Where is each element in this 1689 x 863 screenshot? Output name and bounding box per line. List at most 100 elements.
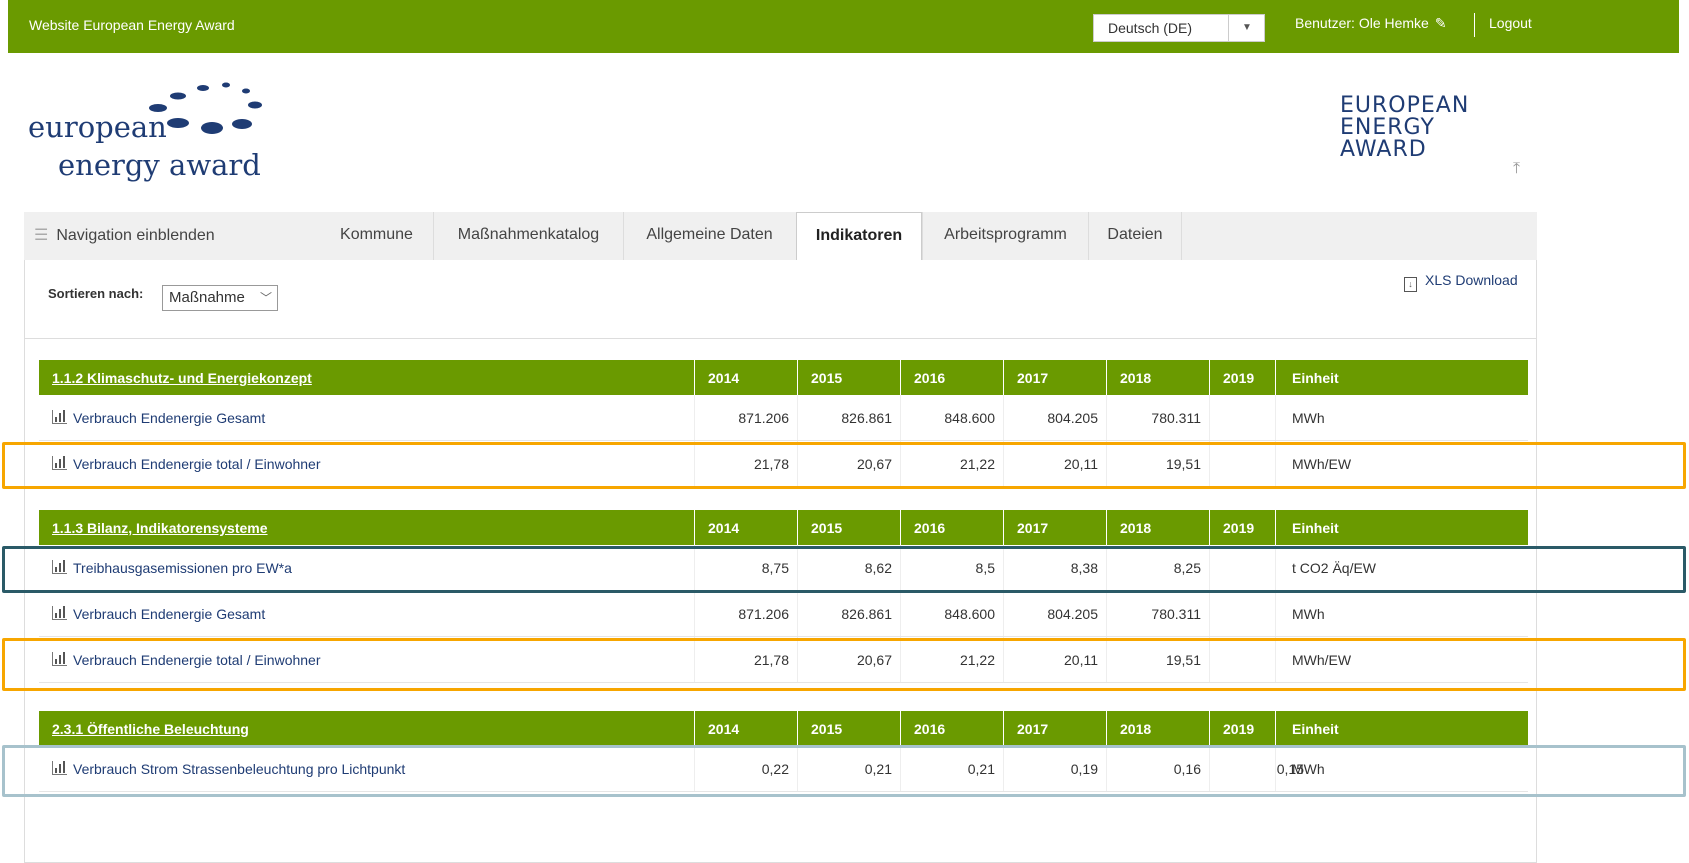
eea-logo-right: EUROPEAN ENERGY AWARD — [1340, 95, 1470, 185]
language-select[interactable]: Deutsch (DE) ▼ — [1093, 14, 1265, 42]
language-divider — [1228, 15, 1229, 41]
scroll-top-icon[interactable]: ⤒ — [1513, 160, 1520, 178]
indicator-link[interactable]: Verbrauch Endenergie Gesamt — [52, 410, 265, 426]
year-header: 2016 — [914, 370, 946, 386]
column-divider — [797, 591, 798, 636]
tab-kommune[interactable]: Kommune — [320, 212, 433, 261]
column-divider — [797, 510, 798, 545]
logo-dots-icon — [149, 82, 262, 134]
eea-logo-left[interactable]: european energy award — [28, 78, 328, 188]
year-header: 2017 — [1017, 721, 1049, 737]
highlight-box-light — [2, 745, 1686, 797]
topbar-divider — [1474, 13, 1475, 37]
value-cell: 804.205 — [1047, 410, 1098, 426]
column-divider — [694, 711, 695, 746]
column-divider — [1003, 711, 1004, 746]
column-divider — [1003, 395, 1004, 440]
column-divider — [900, 711, 901, 746]
column-divider — [900, 510, 901, 545]
section-title-link[interactable]: 1.1.3 Bilanz, Indikatorensysteme — [52, 520, 268, 536]
column-divider — [797, 360, 798, 395]
year-header: 2019 — [1223, 721, 1255, 737]
year-header: 2018 — [1120, 721, 1152, 737]
tab-allgemeine-daten[interactable]: Allgemeine Daten — [623, 212, 795, 261]
year-header: 2018 — [1120, 520, 1152, 536]
chevron-down-icon: ﹀ — [259, 291, 272, 305]
logo-right-line2: ENERGY — [1340, 115, 1435, 140]
bar-chart-icon — [52, 410, 67, 424]
indicator-link[interactable]: Verbrauch Endenergie Gesamt — [52, 606, 265, 622]
year-header: 2015 — [811, 721, 843, 737]
logo-text-energy-award: energy award — [58, 148, 261, 182]
toolbar-divider — [25, 338, 1536, 339]
xls-download-link[interactable]: ↓ XLS Download — [1404, 272, 1518, 292]
unit-header: Einheit — [1292, 721, 1339, 737]
section-header: 1.1.2 Klimaschutz- und Energiekonzept 201… — [39, 360, 1528, 395]
column-divider — [1275, 510, 1276, 545]
column-divider — [1275, 360, 1276, 395]
column-divider — [1209, 711, 1210, 746]
year-header: 2019 — [1223, 520, 1255, 536]
value-cell: 826.861 — [841, 410, 892, 426]
logo-text-european: european — [28, 110, 167, 144]
chevron-down-icon[interactable]: ▼ — [1230, 15, 1264, 41]
tab-arbeitsprogramm[interactable]: Arbeitsprogramm — [922, 212, 1088, 261]
column-divider — [1106, 510, 1107, 545]
navigation-toggle[interactable]: ☰ Navigation einblenden — [34, 225, 215, 245]
highlight-box-orange — [2, 442, 1686, 489]
highlight-box-orange — [2, 638, 1686, 691]
column-divider — [694, 591, 695, 636]
xls-download-label: XLS Download — [1425, 272, 1518, 288]
tab-bar: ☰ Navigation einblenden Kommune Maßnahmen… — [24, 212, 1537, 264]
unit-cell: MWh — [1292, 606, 1325, 622]
section-title-link[interactable]: 1.1.2 Klimaschutz- und Energiekonzept — [52, 370, 312, 386]
column-divider — [694, 395, 695, 440]
top-bar: Website European Energy Award Deutsch (D… — [8, 0, 1679, 53]
column-divider — [900, 591, 901, 636]
language-value: Deutsch (DE) — [1108, 20, 1193, 36]
column-divider — [1275, 591, 1276, 636]
column-divider — [1275, 395, 1276, 440]
value-cell: 780.311 — [1151, 606, 1201, 622]
value-cell: 848.600 — [944, 410, 995, 426]
column-divider — [1275, 711, 1276, 746]
column-divider — [1003, 360, 1004, 395]
sort-select[interactable]: Maßnahme ﹀ — [162, 285, 278, 311]
pencil-icon[interactable]: ✎ — [1435, 15, 1447, 32]
tab-massnahmenkatalog[interactable]: Maßnahmenkatalog — [433, 212, 623, 261]
year-header: 2019 — [1223, 370, 1255, 386]
column-divider — [1209, 395, 1210, 440]
bar-chart-icon — [52, 606, 67, 620]
section-title-link[interactable]: 2.3.1 Öffentliche Beleuchtung — [52, 721, 249, 737]
logout-link[interactable]: Logout — [1489, 15, 1532, 31]
unit-cell: MWh — [1292, 410, 1325, 426]
section-header: 2.3.1 Öffentliche Beleuchtung 2014 2015 201… — [39, 711, 1528, 746]
value-cell: 871.206 — [738, 606, 789, 622]
year-header: 2014 — [708, 370, 740, 386]
hamburger-icon: ☰ — [34, 227, 49, 244]
year-header: 2014 — [708, 520, 740, 536]
tab-dateien[interactable]: Dateien — [1088, 212, 1182, 261]
column-divider — [900, 395, 901, 440]
column-divider — [1003, 591, 1004, 636]
unit-header: Einheit — [1292, 520, 1339, 536]
column-divider — [900, 360, 901, 395]
indicator-name: Verbrauch Endenergie Gesamt — [73, 606, 266, 622]
site-title-link[interactable]: Website European Energy Award — [29, 17, 235, 33]
column-divider — [694, 510, 695, 545]
highlight-box-teal — [2, 546, 1686, 593]
column-divider — [1209, 360, 1210, 395]
column-divider — [797, 711, 798, 746]
value-cell: 848.600 — [944, 606, 995, 622]
download-icon: ↓ — [1404, 277, 1417, 292]
value-cell: 871.206 — [738, 410, 789, 426]
year-header: 2018 — [1120, 370, 1152, 386]
user-label: Benutzer: Ole Hemke — [1295, 15, 1429, 31]
year-header: 2014 — [708, 721, 740, 737]
tab-indikatoren[interactable]: Indikatoren — [796, 212, 922, 264]
value-cell: 780.311 — [1151, 410, 1201, 426]
section-header: 1.1.3 Bilanz, Indikatorensysteme 2014 2015… — [39, 510, 1528, 545]
column-divider — [1106, 711, 1107, 746]
sort-value: Maßnahme — [169, 289, 245, 306]
logo-right-line1: EUROPEAN — [1340, 93, 1470, 118]
